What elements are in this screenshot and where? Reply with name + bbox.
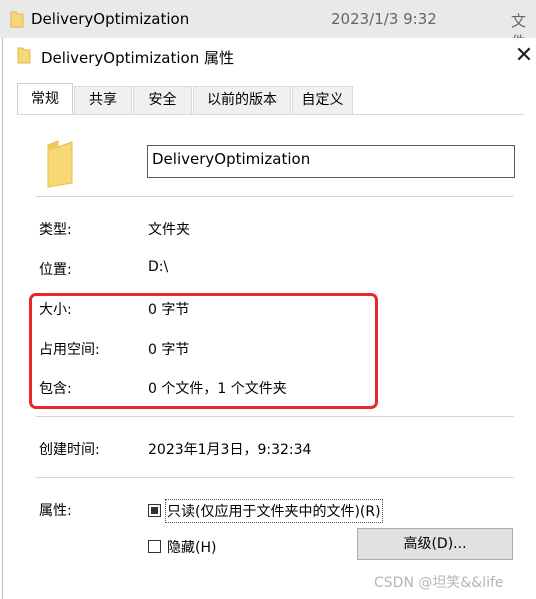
- size-value: 0 字节: [148, 302, 190, 318]
- hidden-checkbox[interactable]: [148, 540, 161, 553]
- folder-name-input[interactable]: DeliveryOptimization: [147, 145, 515, 178]
- explorer-file-row[interactable]: DeliveryOptimization 2023/1/3 9:32 文件: [0, 0, 536, 51]
- large-folder-icon: [47, 140, 73, 188]
- tab-previous-versions[interactable]: 以前的版本: [193, 86, 291, 114]
- type-label: 类型:: [39, 222, 72, 238]
- divider: [36, 196, 514, 197]
- file-date: 2023/1/3 9:32: [331, 10, 437, 28]
- readonly-label[interactable]: 只读(仅应用于文件夹中的文件)(R): [165, 499, 383, 523]
- properties-dialog: DeliveryOptimization 属性 ✕ 常规 共享 安全 以前的版本…: [2, 38, 536, 599]
- attributes-label: 属性:: [39, 503, 72, 519]
- tab-general[interactable]: 常规: [17, 83, 73, 115]
- file-name: DeliveryOptimization: [31, 10, 190, 28]
- dialog-titlebar[interactable]: DeliveryOptimization 属性 ✕: [3, 38, 536, 74]
- folder-icon: [17, 47, 31, 64]
- watermark: CSDN @坦笑&&life: [374, 575, 504, 591]
- readonly-checkbox[interactable]: [148, 504, 161, 517]
- created-label: 创建时间:: [39, 442, 100, 458]
- location-value: D:\: [148, 259, 169, 275]
- size-label: 大小:: [39, 302, 72, 318]
- tab-panel-border: [17, 114, 524, 115]
- dialog-title: DeliveryOptimization 属性: [41, 49, 234, 67]
- folder-icon: [10, 11, 24, 28]
- contains-value: 0 个文件，1 个文件夹: [148, 381, 287, 397]
- tab-customize[interactable]: 自定义: [292, 86, 353, 114]
- indeterminate-mark: [151, 507, 158, 514]
- close-icon: ✕: [514, 43, 534, 68]
- tab-sharing[interactable]: 共享: [74, 86, 132, 114]
- size-on-disk-label: 占用空间:: [39, 342, 100, 358]
- contains-label: 包含:: [39, 381, 72, 397]
- type-value: 文件夹: [148, 222, 190, 238]
- divider: [36, 477, 514, 478]
- advanced-button[interactable]: 高级(D)...: [357, 528, 513, 560]
- close-button[interactable]: ✕: [511, 44, 536, 70]
- hidden-label[interactable]: 隐藏(H): [167, 537, 216, 557]
- created-value: 2023年1月3日，9:32:34: [148, 442, 312, 458]
- location-label: 位置:: [39, 262, 72, 278]
- divider: [36, 416, 514, 417]
- tab-security[interactable]: 安全: [133, 86, 192, 114]
- size-on-disk-value: 0 字节: [148, 342, 190, 358]
